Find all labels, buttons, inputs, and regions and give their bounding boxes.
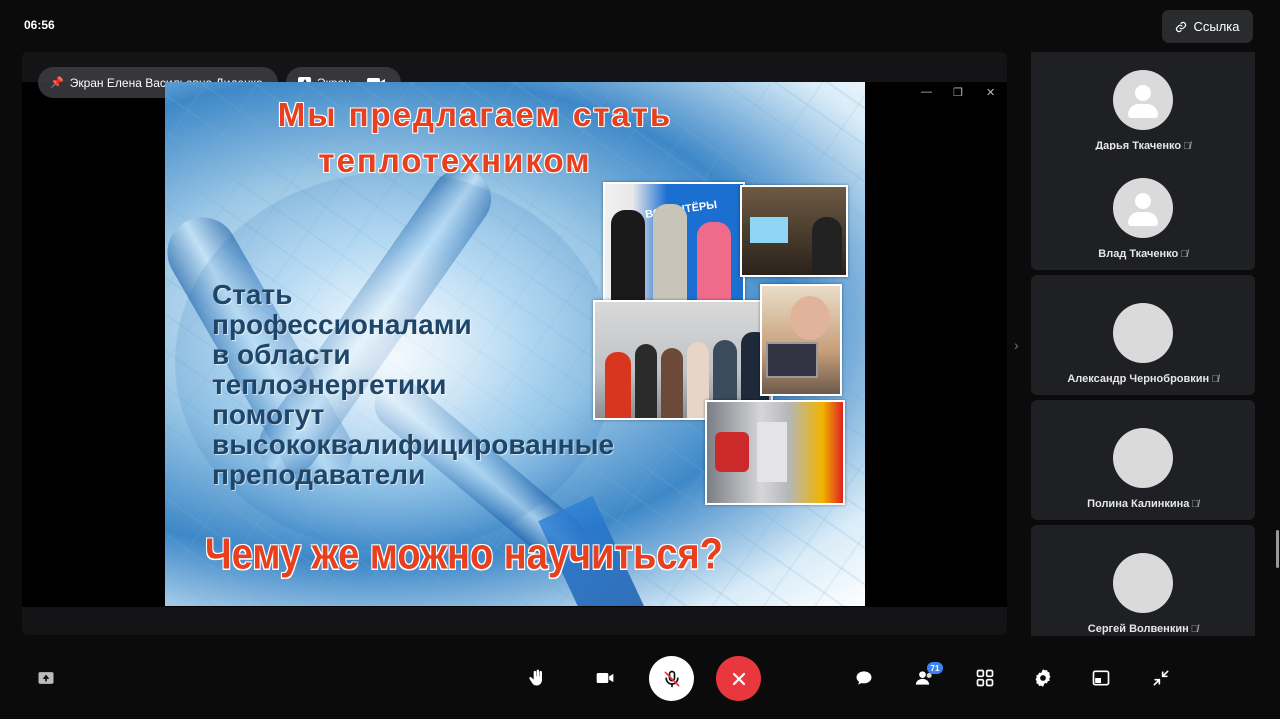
bottom-toolbar: 71 [0,636,1280,719]
photo-person [611,210,645,300]
slide-body-line: высококвалифицированные [212,429,615,460]
slide-photo-student-computer [740,185,848,277]
copy-link-button[interactable]: Ссылка [1162,10,1253,43]
video-camera-icon [596,673,614,683]
end-call-button[interactable] [716,656,761,701]
avatar [1113,428,1173,488]
avatar [1113,553,1173,613]
participant-name: Александр Чернобровкин [1067,373,1210,385]
participant-name: Влад Ткаченко [1098,248,1179,260]
microphone-button[interactable] [649,656,694,701]
photo-person [635,344,657,418]
gear-icon [1035,669,1051,687]
exit-fullscreen-button[interactable] [1150,667,1172,689]
participant-tile[interactable]: Александр Чернобровкин 🎙̸ [1031,275,1255,395]
participant-tile[interactable]: Полина Калинкина 🎙̸ [1031,400,1255,520]
mic-muted-icon: 🎙̸ [1191,499,1199,510]
photo-laptop [766,342,818,378]
video-conference-app: 06:56 Ссылка 📌 Экран Елена Васильевна Ди… [0,0,1280,719]
participants-count-badge: 71 [927,662,943,674]
participant-tile[interactable]: Дарья Ткаченко 🎙̸ [1031,52,1255,162]
raise-hand-button[interactable] [526,667,548,689]
pip-icon [1092,670,1110,686]
photo-person [812,217,842,275]
layout-grid-button[interactable] [974,667,996,689]
grid-icon [976,669,994,687]
restore-icon: ❐ [953,87,963,99]
slide-photo-boiler-equipment [705,400,845,505]
settings-button[interactable] [1032,667,1054,689]
slide-title-line2: теплотехником [318,142,592,179]
mic-muted-icon: 🎙̸ [1190,624,1199,635]
minimize-arrows-icon [1153,670,1169,686]
slide-title-line1: Мы предлагаем стать [277,96,673,133]
hand-icon [529,669,542,686]
participants-scrollbar[interactable] [1276,530,1279,568]
participant-name: Полина Калинкина [1087,498,1190,510]
participant-name: Сергей Волвенкин [1087,623,1189,635]
share-screen-button[interactable] [35,667,57,689]
mic-muted-icon: 🎙̸ [1211,374,1219,385]
minimize-icon: — [921,86,932,98]
photo-face [790,296,830,340]
picture-in-picture-button[interactable] [1090,667,1112,689]
photo-cabinet [757,422,787,482]
mic-off-icon [664,670,679,687]
slide-bottom-question: Чему же можно научиться? [205,530,723,580]
photo-person [697,222,731,300]
chat-bubble-icon [856,671,872,685]
chevron-right-icon[interactable]: › [1014,337,1019,353]
clock: 06:56 [24,18,55,32]
mic-muted-icon: 🎙̸ [1180,249,1188,260]
chat-button[interactable] [853,667,875,689]
top-bar: 06:56 Ссылка [0,0,1280,52]
participant-tile[interactable]: Влад Ткаченко 🎙̸ [1031,150,1255,270]
slide-photo-teacher-laptop [760,284,842,396]
presentation-slide: Мы предлагаем стать теплотехником Стать … [165,82,865,606]
participants-panel: Дарья Ткаченко 🎙̸ Влад Ткаченко 🎙̸ Алексан… [1031,52,1255,636]
avatar [1113,303,1173,363]
upload-screen-icon [38,672,54,684]
close-icon [732,672,745,685]
photo-person [605,352,631,418]
default-avatar-icon [1113,70,1173,130]
photo-boiler [715,432,749,472]
pin-icon[interactable]: 📌 [50,76,64,89]
slide-body-line: преподаватели [212,459,426,490]
camera-button[interactable] [594,667,616,689]
photo-person [653,204,687,300]
photo-monitor [750,217,788,243]
copy-link-label: Ссылка [1193,19,1240,34]
participant-tile[interactable]: Сергей Волвенкин 🎙̸ [1031,525,1255,636]
close-window-icon: ✕ [986,87,996,99]
slide-photo-volunteers: ВОЛОНТЁРЫ [603,182,745,302]
default-avatar-icon [1113,178,1173,238]
photo-person [661,348,683,418]
link-icon [1176,21,1187,32]
